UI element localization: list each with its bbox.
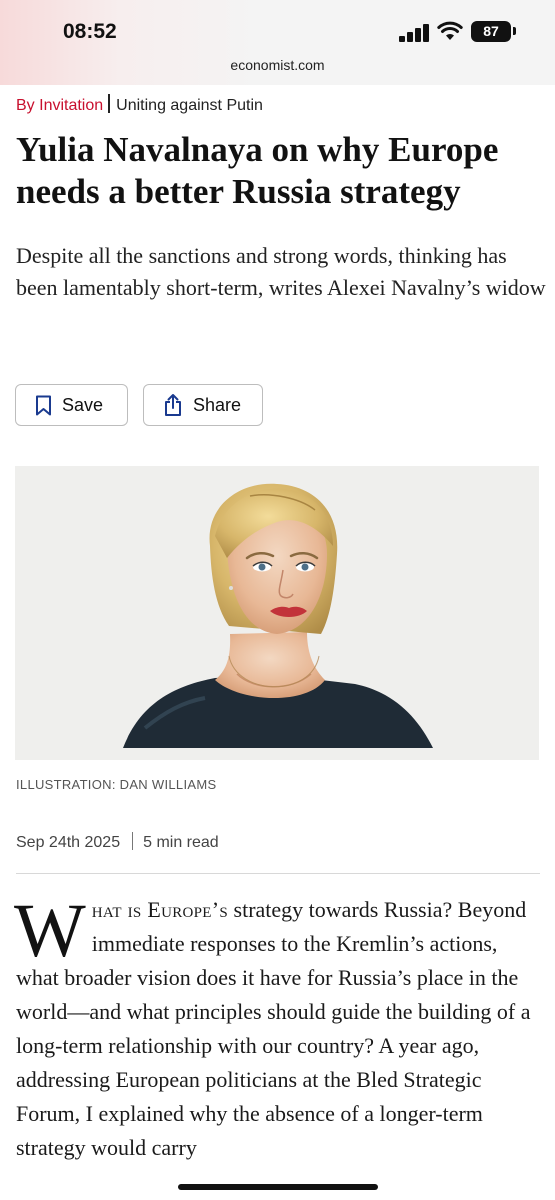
image-credit: ILLUSTRATION: DAN WILLIAMS — [16, 777, 217, 792]
share-icon — [165, 394, 181, 416]
section-link[interactable]: By Invitation — [16, 97, 103, 114]
battery-icon: 87 — [471, 21, 511, 42]
topic-link[interactable]: Uniting against Putin — [116, 97, 263, 114]
save-button-label: Save — [62, 394, 104, 415]
body-paragraph: strategy towards Russia? Beyond immediat… — [16, 897, 531, 1160]
share-button[interactable]: Share — [143, 384, 263, 426]
battery-cap — [513, 27, 516, 35]
status-bar: 08:52 87 economist.com — [0, 0, 555, 85]
article-body: What is Europe’s strategy towards Russia… — [14, 889, 542, 1165]
article-illustration — [15, 466, 539, 760]
portrait-image — [123, 483, 433, 748]
divider — [16, 873, 540, 874]
publish-date: Sep 24th 2025 — [16, 834, 121, 851]
signal-icon — [399, 24, 431, 42]
home-indicator[interactable] — [178, 1184, 378, 1190]
status-time: 08:52 — [63, 20, 117, 43]
article-rubric: By Invitation Uniting against Putin — [16, 94, 263, 115]
meta-divider — [132, 832, 134, 850]
url-bar[interactable]: economist.com — [0, 57, 555, 73]
article-headline: Yulia Navalnaya on why Europe needs a be… — [16, 130, 499, 211]
save-button[interactable]: Save — [15, 384, 128, 426]
drop-cap: W — [14, 889, 86, 973]
wifi-icon — [437, 21, 463, 40]
body-lead-in: hat is Europe’s — [91, 897, 229, 922]
article-standfirst: Despite all the sanctions and strong wor… — [16, 243, 546, 300]
read-time: 5 min read — [143, 834, 219, 851]
rubric-divider — [108, 94, 111, 113]
bookmark-icon — [36, 395, 51, 415]
article-meta: Sep 24th 2025 5 min read — [16, 832, 219, 852]
share-button-label: Share — [193, 394, 242, 415]
